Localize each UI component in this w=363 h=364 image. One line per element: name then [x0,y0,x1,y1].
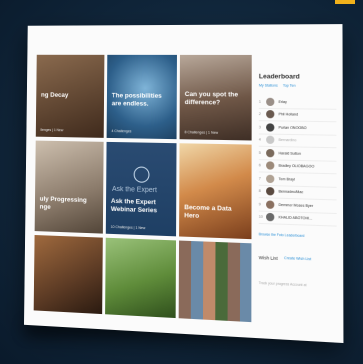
rank: 7 [258,176,261,181]
challenge-tile[interactable]: ng Decay llenges | 1 New [35,54,105,138]
avatar [266,187,275,196]
tile-meta: 10 Challenges | 1 New [110,224,146,231]
tile-caption: ng Decay [40,91,69,99]
avatar [266,161,275,170]
tile-meta: llenges | 1 New [40,127,64,133]
user-name: Demmor Moses Byer [278,202,314,208]
avatar [266,135,275,145]
avatar [266,200,275,209]
user-name: Purlan ONOOBO [278,125,307,130]
user-name: Phil Holland [278,112,299,117]
rank: 10 [258,214,263,220]
rank: 9 [258,202,261,207]
user-name: Bernardino [278,138,297,143]
ask-expert-overlay: Ask the Expert [111,185,157,195]
challenge-tile[interactable]: uly Progressing nge [34,140,104,234]
rank: 3 [258,125,261,130]
challenge-tile[interactable]: Ask the Expert Ask the Expert Webinar Se… [105,141,177,237]
challenge-tile[interactable] [178,240,252,323]
tab-top-ten[interactable]: Top Ten [283,84,296,88]
challenge-tile[interactable]: The possibilities are endless. 4 Challen… [106,54,177,140]
tile-caption: Can you spot the difference? [184,90,239,107]
challenge-grid: ng Decay llenges | 1 New The possibiliti… [33,54,252,333]
footer-text: Track your progress Account at [258,280,307,288]
tile-caption: Become a Data Hero [184,204,232,220]
leaderboard-link[interactable]: Browse the Foto Leaderboard [259,232,337,239]
leaderboard-tabs: My Stations Top Ten [259,83,336,88]
avatar [266,174,275,183]
user-name: Harald Sutton [278,151,301,156]
user-name: Tom Brayl [278,176,295,182]
avatar [266,97,275,106]
tile-caption: uly Progressing nge [39,195,87,211]
challenge-tile[interactable] [105,237,177,319]
leaderboard-row[interactable]: 3 Purlan ONOOBO [258,121,337,136]
user-name: Erlay [278,99,287,104]
user-name: Bradley OLIOBAGOO [278,163,315,169]
rank: 8 [258,189,261,194]
leaderboard-row[interactable]: 10 KHALID ABOTOHI... [258,211,337,227]
app-panel: ng Decay llenges | 1 New The possibiliti… [23,24,344,344]
rank: 4 [258,137,261,142]
tile-caption: The possibilities are endless. [111,92,162,108]
wish-list-section: Wish List Create Wish List [259,255,337,263]
tile-meta: 8 Challenges | 1 New [184,130,219,135]
rank: 6 [258,163,261,168]
wish-list-label: Wish List [258,254,278,261]
user-name: Bennadeo/Mac [278,189,304,195]
tab-my-stations[interactable]: My Stations [259,83,278,87]
rank: 1 [258,99,261,104]
challenge-tile[interactable]: Become a Data Hero [179,143,252,240]
tile-meta: 4 Challenges [111,129,132,134]
challenge-tile[interactable] [33,235,103,315]
leaderboard-title: Leaderboard [258,73,300,81]
rank: 5 [258,150,261,155]
user-name: KHALID ABOTOHI... [278,215,313,221]
avatar [266,123,275,132]
leaderboard-row[interactable]: 1 Erlay [258,95,337,110]
bulb-icon [133,166,150,183]
leaderboard-panel: Leaderboard My Stations Top Ten 1 Erlay 2… [259,73,337,335]
leaderboard-row[interactable]: 2 Phil Holland [258,108,337,123]
create-wish-list-link[interactable]: Create Wish List [284,256,311,262]
avatar [266,110,275,119]
rank: 2 [258,112,261,117]
tile-caption: Ask the Expert Webinar Series [110,197,158,215]
challenge-tile[interactable]: Can you spot the difference? 8 Challenge… [179,54,252,141]
avatar [266,148,275,158]
stage: ng Decay llenges | 1 New The possibiliti… [0,0,363,364]
avatar [266,213,275,222]
